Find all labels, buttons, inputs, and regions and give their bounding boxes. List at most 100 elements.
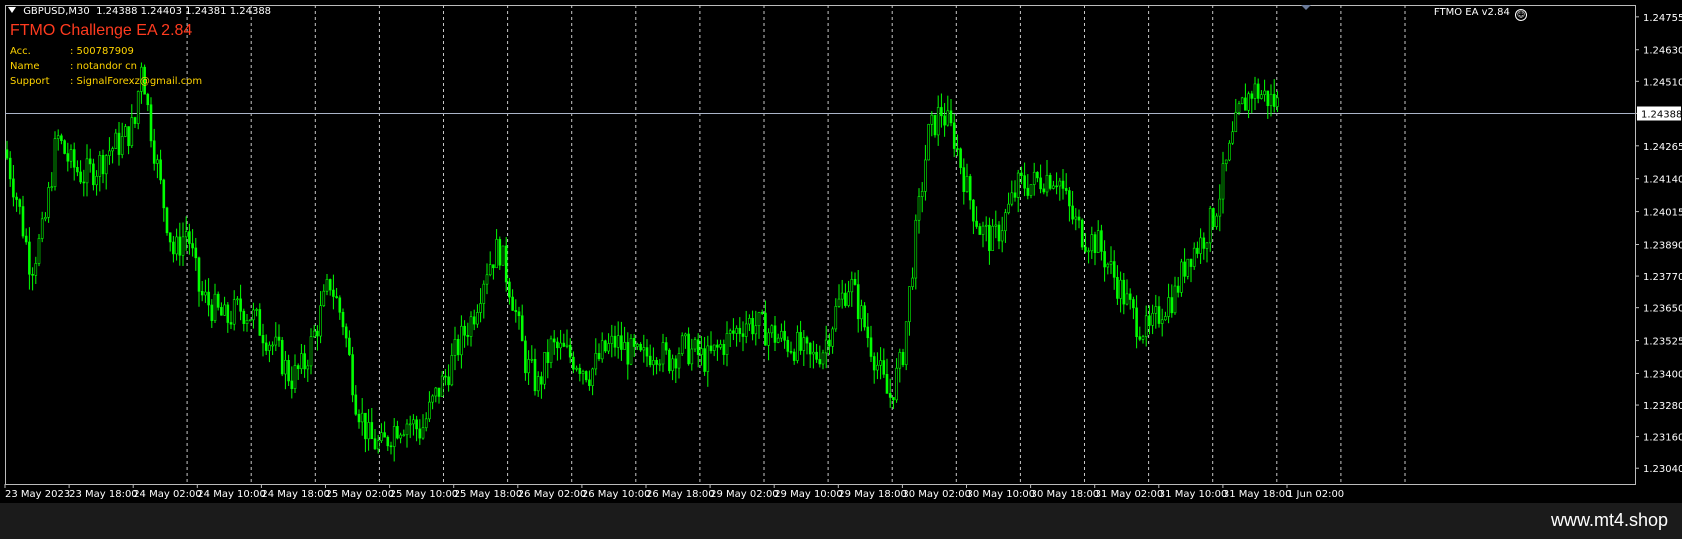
candle xyxy=(652,347,655,376)
candle xyxy=(1224,159,1228,172)
x-tick-label: 31 May 10:00 xyxy=(1159,489,1228,500)
candle xyxy=(1074,208,1078,231)
candle xyxy=(988,217,991,265)
price-chart[interactable]: 23 May 202323 May 18:0024 May 02:0024 Ma… xyxy=(0,0,1682,503)
candle xyxy=(850,271,854,307)
candle xyxy=(440,371,444,397)
candle xyxy=(1080,218,1084,250)
candle xyxy=(565,329,569,349)
candle xyxy=(309,328,313,375)
candle xyxy=(632,333,636,358)
candle xyxy=(56,129,60,151)
candle xyxy=(1068,187,1071,222)
candle xyxy=(24,228,28,245)
candle xyxy=(1058,177,1062,201)
candle xyxy=(984,216,988,242)
candle xyxy=(882,348,886,378)
candle xyxy=(60,133,63,145)
y-tick-label: 1.23770 xyxy=(1643,272,1682,283)
candle xyxy=(226,301,230,333)
y-tick-label: 1.23280 xyxy=(1643,401,1682,412)
candle xyxy=(492,264,495,280)
candle xyxy=(629,334,633,366)
candle xyxy=(287,354,290,387)
candle xyxy=(367,409,370,451)
candle xyxy=(1180,258,1183,297)
candle xyxy=(450,343,454,387)
ea-badge[interactable]: FTMO EA v2.84 ☺ xyxy=(1434,7,1527,21)
candle xyxy=(1132,296,1135,320)
candle xyxy=(44,212,47,222)
x-tick-label: 31 May 02:00 xyxy=(1095,489,1164,500)
y-tick-label: 1.23040 xyxy=(1643,464,1682,475)
candle xyxy=(789,341,793,355)
candle xyxy=(1205,241,1209,263)
candle xyxy=(828,333,831,355)
x-tick-label: 25 May 10:00 xyxy=(390,489,459,500)
candle xyxy=(434,386,438,403)
candle xyxy=(207,278,210,317)
candle xyxy=(63,139,66,155)
candle xyxy=(1247,91,1250,119)
candle xyxy=(664,337,668,355)
candle xyxy=(488,251,492,277)
candle xyxy=(1263,79,1266,102)
candle xyxy=(687,327,690,366)
candle xyxy=(1048,172,1052,191)
candle xyxy=(482,280,486,319)
candle xyxy=(37,234,41,267)
candle xyxy=(1173,276,1177,315)
candle xyxy=(1176,276,1180,298)
candle xyxy=(994,210,998,239)
candle xyxy=(744,310,748,344)
candle xyxy=(1260,90,1263,100)
candle xyxy=(968,173,972,210)
candle xyxy=(936,95,940,146)
candle xyxy=(920,182,924,213)
candle xyxy=(792,348,796,365)
candle xyxy=(1250,90,1254,114)
candle xyxy=(460,315,463,369)
candle xyxy=(133,116,137,129)
candle xyxy=(335,287,338,299)
candle xyxy=(623,326,626,350)
candle xyxy=(402,429,406,437)
candle xyxy=(72,142,76,181)
candle xyxy=(136,90,140,130)
candle xyxy=(908,286,911,336)
candle xyxy=(322,284,326,308)
chart-shift-marker[interactable] xyxy=(1301,5,1311,10)
y-tick-label: 1.23890 xyxy=(1643,241,1682,252)
candle xyxy=(738,317,742,343)
candle xyxy=(325,273,329,296)
candle xyxy=(952,113,956,158)
candle xyxy=(1045,159,1049,197)
chevron-down-icon[interactable] xyxy=(8,7,16,13)
candle xyxy=(1199,228,1202,264)
x-tick-label: 30 May 18:00 xyxy=(1031,489,1100,500)
candle xyxy=(901,348,905,368)
candle xyxy=(1052,180,1055,190)
candle xyxy=(504,237,508,292)
candle xyxy=(111,146,114,164)
chart-window[interactable]: 23 May 2023 23 May 18:00 24 May 02:00 24 Ma… xyxy=(0,0,1682,503)
candle xyxy=(764,300,767,346)
site-watermark: www.mt4.shop xyxy=(1550,510,1668,530)
candle xyxy=(53,131,57,191)
candle xyxy=(866,313,870,348)
candle xyxy=(108,137,111,165)
candle xyxy=(5,140,9,160)
candle xyxy=(904,321,908,371)
candle xyxy=(924,144,927,201)
candle xyxy=(1071,190,1074,225)
candle xyxy=(88,148,92,173)
candle xyxy=(1244,83,1247,111)
candle xyxy=(530,345,534,364)
candle xyxy=(661,333,665,373)
candle xyxy=(1234,98,1238,133)
candle xyxy=(636,342,639,350)
candle xyxy=(709,331,713,354)
candle xyxy=(40,211,44,243)
candle xyxy=(50,172,54,192)
candle xyxy=(98,151,102,192)
